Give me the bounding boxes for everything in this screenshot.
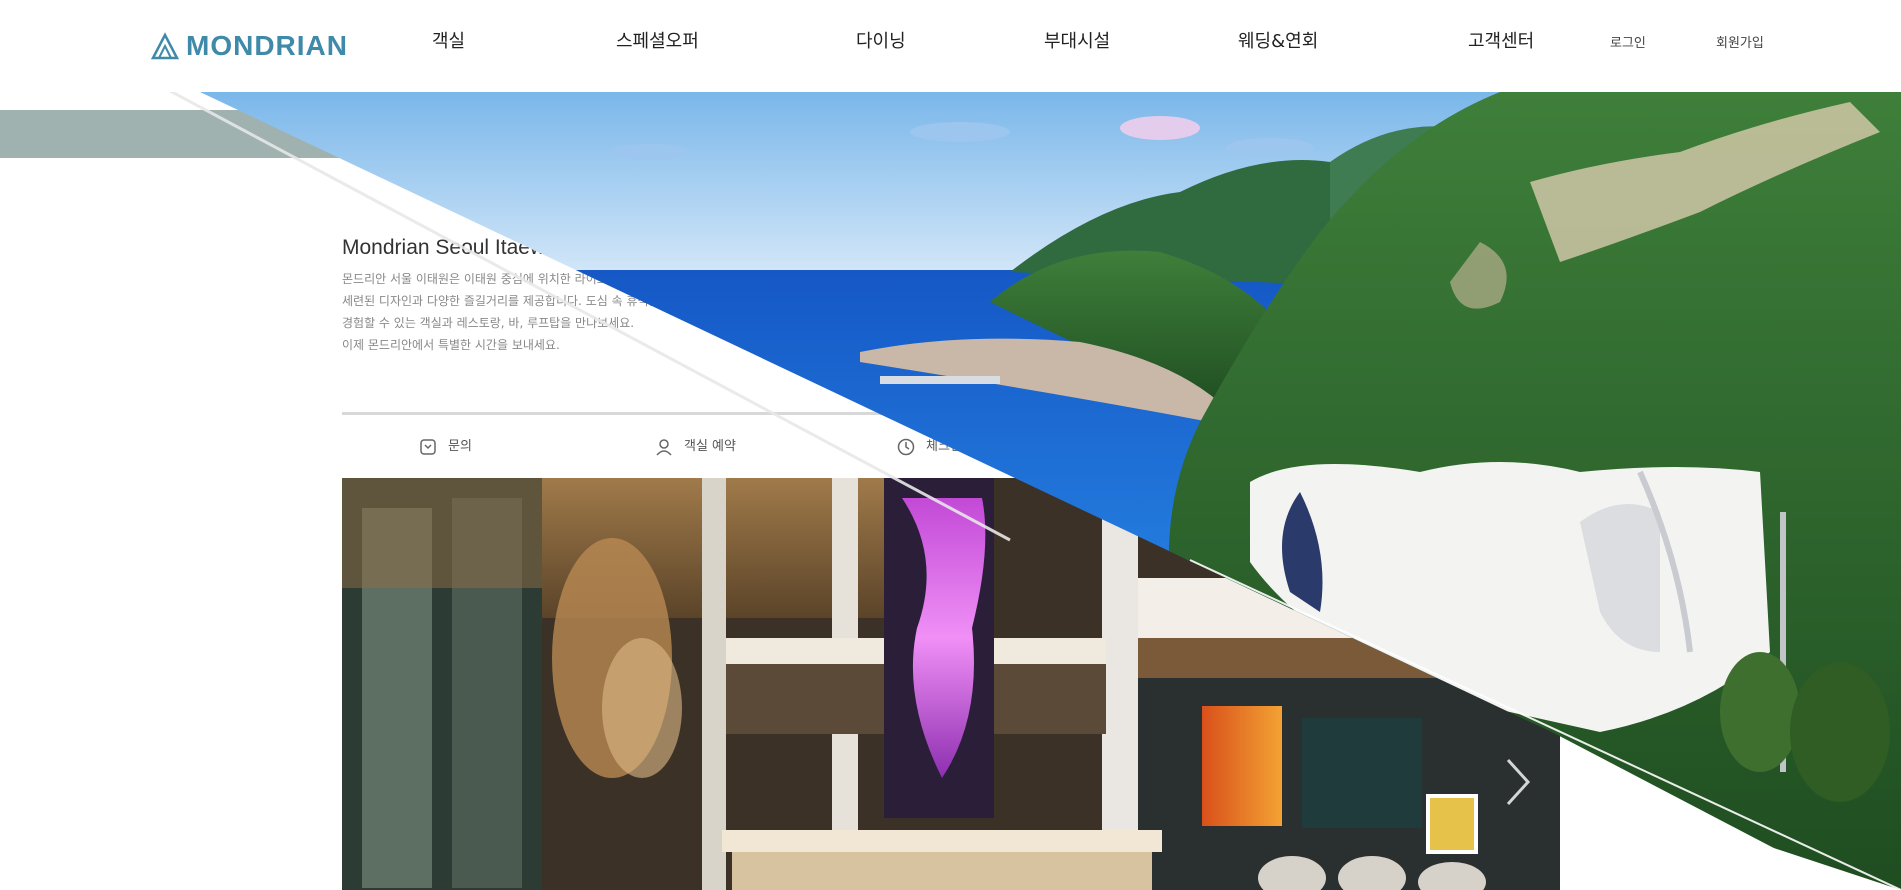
info-contact-label: 문의 bbox=[448, 439, 472, 454]
signup-link[interactable]: 회원가입 bbox=[1716, 26, 1764, 62]
nav-rooms[interactable]: 객실 bbox=[432, 22, 465, 62]
user-icon bbox=[656, 439, 672, 456]
clock-icon bbox=[897, 438, 915, 456]
nav-dining[interactable]: 다이닝 bbox=[856, 22, 906, 62]
info-reservation[interactable]: 객실 예약 bbox=[654, 434, 736, 460]
phone-icon bbox=[420, 439, 436, 455]
info-reservation-label: 객실 예약 bbox=[684, 439, 736, 454]
logo-text: MONDRIAN bbox=[186, 30, 348, 61]
nav-wedding[interactable]: 웨딩&연회 bbox=[1238, 22, 1318, 62]
slider-next-icon[interactable] bbox=[1498, 752, 1538, 812]
nav-facilities[interactable]: 부대시설 bbox=[1044, 22, 1110, 62]
info-contact[interactable]: 문의 bbox=[418, 434, 472, 460]
logo-mark-icon bbox=[150, 32, 180, 60]
brand-logo[interactable]: MONDRIAN bbox=[150, 26, 348, 66]
nav-special-offer[interactable]: 스페셜오퍼 bbox=[616, 22, 699, 62]
login-link[interactable]: 로그인 bbox=[1610, 26, 1646, 62]
site-header: MONDRIAN 객실 스페셜오퍼 다이닝 부대시설 웨딩&연회 고객센터 로그… bbox=[0, 0, 1901, 92]
nav-customer-center[interactable]: 고객센터 bbox=[1468, 22, 1534, 62]
